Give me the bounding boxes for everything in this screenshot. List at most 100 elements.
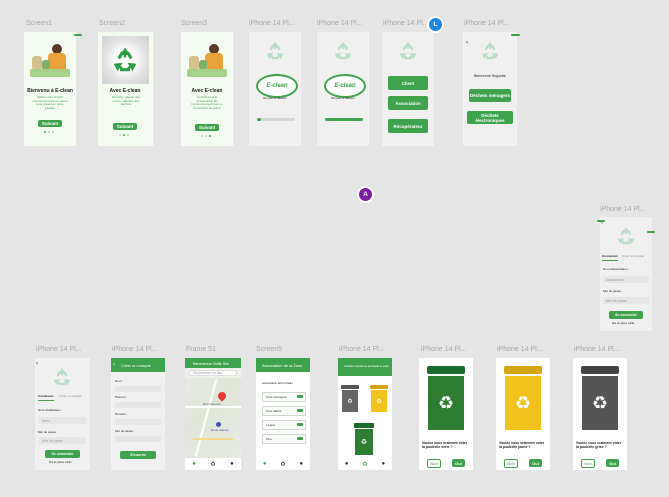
frame-login-association[interactable]: ‹ Connexion Créer un compte Nom d'associ…	[600, 217, 652, 331]
frame-choose-bin[interactable]: Veuillez choisir la poubelle à vider ♻ ♻…	[338, 358, 392, 470]
frame-label-iphone-5[interactable]: iPhone 14 Pl...	[36, 346, 82, 353]
no-button[interactable]: Non	[504, 459, 518, 468]
assoc-row[interactable]: Plus	[262, 434, 306, 444]
next-button[interactable]: Suivant	[113, 123, 137, 130]
next-button[interactable]: Suivant	[195, 124, 219, 131]
collaborator-avatar-l[interactable]: L	[427, 16, 444, 33]
client-button[interactable]: Client	[388, 76, 428, 90]
login-button[interactable]: Se connecter	[609, 311, 643, 319]
recycle-tab-icon[interactable]: ♻	[280, 461, 285, 468]
assoc-row-action[interactable]	[297, 437, 303, 440]
electronic-waste-button[interactable]: Déchets électroniques	[467, 111, 513, 124]
tab-create-account[interactable]: Créer un compte	[622, 254, 644, 259]
bottom-tab-bar: ● ♻ ●	[256, 458, 310, 470]
frame-label-frame51[interactable]: Frame 51	[186, 346, 216, 353]
frame-label-iphone-3[interactable]: iPhone 14 Pl...	[383, 20, 429, 27]
forgot-password-link[interactable]: Mot de passe oublié	[612, 322, 634, 325]
frame-signup[interactable]: ‹ Créer un compte Nom : Prénom : Numéro :…	[111, 358, 165, 470]
assoc-row-action[interactable]	[297, 423, 303, 426]
profile-tab-icon[interactable]: ●	[299, 461, 303, 467]
username-input[interactable]: Nom	[39, 417, 86, 424]
numero-input[interactable]	[115, 419, 161, 425]
recuperateur-button[interactable]: Récupérateur	[388, 119, 428, 133]
prenom-input[interactable]	[115, 402, 161, 408]
frame-label-iphone-8[interactable]: iPhone 14 Pl...	[421, 346, 467, 353]
back-icon[interactable]: ‹	[113, 362, 115, 368]
yes-button[interactable]: Oui	[606, 459, 619, 467]
recycle-tab-icon[interactable]: ♻	[362, 461, 367, 468]
map-search-input[interactable]: Rechercher un lieu	[189, 370, 237, 376]
location-tab-icon[interactable]: ●	[192, 461, 196, 467]
frame-screen1[interactable]: Bienvenu à E-clean Mettre votre impact e…	[24, 32, 76, 146]
assoc-row-action[interactable]	[297, 409, 303, 412]
association-button[interactable]: Association	[388, 96, 428, 110]
yes-button[interactable]: Oui	[452, 459, 465, 467]
frame-label-iphone-9[interactable]: iPhone 14 Pl...	[497, 346, 543, 353]
tab-login[interactable]: Connexion	[38, 394, 54, 399]
password-input[interactable]: Mot de passe	[39, 437, 86, 444]
tab-create-account[interactable]: Créer un compte	[59, 394, 81, 399]
nom-input[interactable]	[115, 386, 161, 392]
assoc-header: Association de la Zone	[256, 358, 310, 372]
page-dots	[119, 134, 129, 136]
onboarding-body: Mettre votre impact environnemental en v…	[32, 95, 68, 110]
frame-label-screen1[interactable]: Screen1	[26, 20, 52, 27]
frame-label-iphone-7[interactable]: iPhone 14 Pl...	[339, 346, 385, 353]
frame-associations[interactable]: Association de la Zone Association ECO-c…	[256, 358, 310, 470]
recycle-tab-icon[interactable]: ♻	[210, 461, 215, 468]
household-waste-button[interactable]: Déchets ménagers	[469, 89, 511, 102]
frame-map[interactable]: Bienvenue Sidik Sia Rechercher un lieu M…	[185, 358, 241, 470]
frame-confirm-yellow[interactable]: ♻ Voulez vous vraiment vider la poubelle…	[496, 358, 550, 470]
frame-label-iphone-right[interactable]: iPhone 14 Pl...	[600, 206, 646, 213]
username-label: Nom d'utilisateur :	[38, 408, 62, 412]
assoc-row-action[interactable]	[297, 395, 303, 398]
login-button[interactable]: Se connecter	[45, 450, 80, 458]
assoc-row[interactable]: Tous ménagers	[262, 392, 306, 402]
tab-login[interactable]: Connexion	[602, 254, 618, 259]
welcome-greeting: Bienvenue Huguette	[474, 74, 506, 78]
map-canvas[interactable]: Mont Cameroun Musée National	[185, 378, 241, 458]
frame-confirm-green[interactable]: ♻ Voulez vous vraiment vider la poubelle…	[419, 358, 473, 470]
location-tab-icon[interactable]: ●	[263, 461, 267, 467]
frame-label-screen3[interactable]: Screen3	[181, 20, 207, 27]
frame-label-iphone-6[interactable]: iPhone 14 Pl...	[112, 346, 158, 353]
frame-label-iphone-1[interactable]: iPhone 14 Pl...	[249, 20, 295, 27]
assoc-row[interactable]: Légère	[262, 420, 306, 430]
frame-login-user[interactable]: ‹ Connexion Créer un compte Nom d'utilis…	[35, 358, 90, 470]
frame-screen2[interactable]: Avec E-clean Recycler, gagner des points…	[98, 32, 153, 146]
green-bin[interactable]: ♻	[354, 423, 374, 455]
back-icon[interactable]: ‹	[36, 361, 38, 368]
frame-welcome[interactable]: ‹ Bienvenue Huguette Déchets ménagers Dé…	[463, 32, 517, 146]
profile-tab-icon[interactable]: ●	[381, 461, 385, 467]
logo-tagline: Recyclez et valorisez	[263, 97, 287, 100]
association-name-input[interactable]: Association	[603, 276, 649, 283]
frame-splash-1[interactable]: E-clean Recyclez et valorisez	[249, 32, 301, 146]
collaborator-avatar-a[interactable]: A	[357, 186, 374, 203]
next-button[interactable]: Suivant	[38, 120, 62, 127]
yellow-bin[interactable]: ♻	[370, 385, 388, 412]
frame-screen3[interactable]: Avec E-clean Contribuez à la préservatio…	[181, 32, 233, 146]
frame-label-iphone-2[interactable]: iPhone 14 Pl...	[317, 20, 363, 27]
profile-tab-icon[interactable]: ●	[230, 461, 234, 467]
signup-button[interactable]: S'inscrire	[120, 451, 156, 459]
frame-splash-2[interactable]: E-clean Recyclez et valorisez	[317, 32, 369, 146]
frame-label-iphone-4[interactable]: iPhone 14 Pl...	[464, 20, 510, 27]
assoc-row[interactable]: Tous débris	[262, 406, 306, 416]
yes-button[interactable]: Oui	[529, 459, 542, 467]
frame-roles[interactable]: Client Association Récupérateur	[382, 32, 434, 146]
password-input[interactable]	[115, 436, 161, 442]
location-tab-icon[interactable]: ●	[345, 461, 349, 467]
no-button[interactable]: Non	[427, 459, 441, 468]
password-input[interactable]: Mot de passe	[603, 297, 649, 304]
map-pin-icon[interactable]	[216, 390, 228, 402]
frame-confirm-grey[interactable]: ♻ Voulez vous vraiment vider la poubelle…	[573, 358, 627, 470]
back-icon[interactable]: ‹	[466, 40, 468, 47]
frame-label-iphone-10[interactable]: iPhone 14 Pl...	[574, 346, 620, 353]
forgot-password-link[interactable]: Mot de passe oublié	[49, 461, 71, 464]
map-poi-icon[interactable]	[216, 422, 221, 427]
frame-label-screen2[interactable]: Screen2	[99, 20, 125, 27]
no-button[interactable]: Non	[581, 459, 595, 468]
frame-label-screen5[interactable]: Screen5	[256, 346, 282, 353]
page-dots	[201, 135, 211, 137]
grey-bin[interactable]: ♻	[341, 385, 359, 412]
